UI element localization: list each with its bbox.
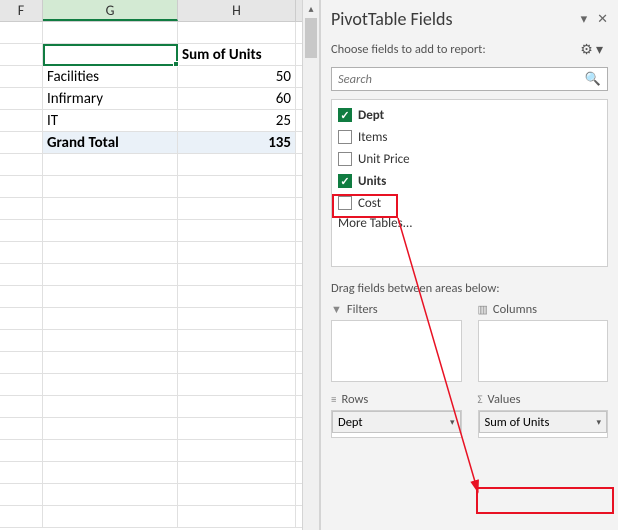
row-labels-header: Row Labels — [47, 46, 117, 64]
grand-total-value: 135 — [178, 132, 296, 153]
columns-area[interactable]: ▥Columns — [478, 302, 609, 382]
drop-areas: ▼Filters ▥Columns ≡Rows Dept ▾ ΣValues S… — [331, 302, 608, 438]
filters-area[interactable]: ▼Filters — [331, 302, 462, 382]
grid-row[interactable]: IT 25 — [0, 110, 302, 132]
checkbox-icon[interactable] — [338, 130, 352, 144]
grid-row[interactable]: Infirmary 60 — [0, 88, 302, 110]
pivot-row-label: IT — [43, 110, 178, 131]
scroll-thumb[interactable] — [305, 18, 317, 58]
grid-row[interactable]: Row Labels ▾ Sum of Units — [0, 44, 302, 66]
panel-subheading: Choose fields to add to report: — [331, 42, 486, 57]
columns-icon: ▥ — [478, 303, 488, 316]
scroll-up-icon[interactable]: ▴ — [303, 0, 319, 18]
field-item-unit-price[interactable]: Unit Price — [332, 148, 607, 170]
field-list: ✓ Dept Items Unit Price ✓ Units Cost Mor… — [331, 99, 608, 267]
field-item-cost[interactable]: Cost — [332, 192, 607, 214]
rows-icon: ≡ — [331, 393, 336, 406]
chevron-down-icon[interactable]: ▾ — [450, 417, 455, 428]
checkbox-icon[interactable] — [338, 152, 352, 166]
sigma-icon: Σ — [478, 393, 483, 406]
col-header-H[interactable]: H — [178, 0, 296, 21]
grid-row[interactable]: Facilities 50 — [0, 66, 302, 88]
vertical-scrollbar[interactable]: ▴ — [302, 0, 320, 530]
row-labels-dropdown[interactable]: ▾ — [159, 46, 175, 62]
spreadsheet-area: F G H Row Labels ▾ Sum of Units Faciliti… — [0, 0, 302, 530]
filter-icon: ▼ — [331, 303, 342, 316]
pivot-row-label: Facilities — [43, 66, 178, 87]
pivot-row-value: 50 — [178, 66, 296, 87]
close-icon[interactable]: ✕ — [597, 12, 608, 27]
sheet-body: Row Labels ▾ Sum of Units Facilities 50 … — [0, 22, 302, 528]
col-header-F[interactable]: F — [0, 0, 43, 21]
pivottable-fields-panel: PivotTable Fields ▾ ✕ Choose fields to a… — [320, 0, 618, 530]
search-icon: 🔍 — [585, 72, 601, 87]
grid-row[interactable]: Grand Total 135 — [0, 132, 302, 154]
checkbox-icon[interactable]: ✓ — [338, 174, 352, 188]
grand-total-label: Grand Total — [43, 132, 178, 153]
pivot-row-label: Infirmary — [43, 88, 178, 109]
checkbox-icon[interactable]: ✓ — [338, 108, 352, 122]
pivot-row-value: 25 — [178, 110, 296, 131]
col-header-G[interactable]: G — [43, 0, 178, 21]
field-item-units[interactable]: ✓ Units — [332, 170, 607, 192]
checkbox-icon[interactable] — [338, 196, 352, 210]
more-tables-link[interactable]: More Tables... — [332, 214, 607, 233]
gear-icon[interactable]: ⚙ ▾ — [575, 38, 608, 61]
chevron-down-icon[interactable]: ▾ — [581, 12, 588, 27]
field-item-dept[interactable]: ✓ Dept — [332, 104, 607, 126]
field-item-items[interactable]: Items — [332, 126, 607, 148]
pivot-row-value: 60 — [178, 88, 296, 109]
values-area[interactable]: ΣValues Sum of Units ▾ — [478, 392, 609, 438]
search-input[interactable] — [338, 72, 585, 87]
field-search[interactable]: 🔍 — [331, 67, 608, 91]
chevron-down-icon[interactable]: ▾ — [596, 417, 601, 428]
values-chip-sum-of-units[interactable]: Sum of Units ▾ — [479, 411, 608, 433]
sum-header: Sum of Units — [178, 44, 296, 65]
grid-row[interactable] — [0, 22, 302, 44]
drag-instructions: Drag fields between areas below: — [331, 281, 608, 296]
column-headers: F G H — [0, 0, 302, 22]
rows-area[interactable]: ≡Rows Dept ▾ — [331, 392, 462, 438]
panel-title: PivotTable Fields — [331, 8, 453, 30]
rows-chip-dept[interactable]: Dept ▾ — [332, 411, 461, 433]
